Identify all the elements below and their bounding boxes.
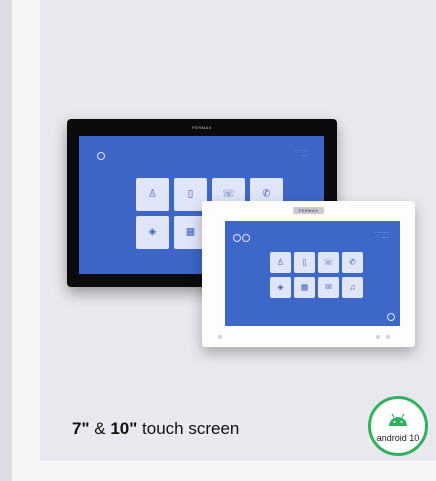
concierge-icon: ♙ (136, 178, 169, 211)
screen-clock: ·· ·· ···· ··:·· (375, 230, 388, 240)
screen-clock: ·· ·· ···· ··:·· (295, 148, 308, 158)
gear-icon (387, 313, 395, 321)
call-log-icon: ✆ (342, 252, 363, 273)
alarm-icon: ◈ (270, 277, 291, 298)
android-version-label: android 10 (376, 433, 420, 443)
brand-logo: FERMAX (192, 125, 212, 130)
door-icon: ▯ (294, 252, 315, 273)
android-robot-icon (389, 413, 407, 426)
left-panel-edge (0, 0, 12, 481)
android-10-badge: android 10 (368, 396, 428, 456)
touch-button-icon (386, 335, 390, 339)
monitor-10-screen: ·· ·· ···· ··:·· ♙ ▯ ☏ ✆ ◈ ▦ ✉ ♫ (225, 221, 400, 326)
power-led-icon (218, 335, 222, 339)
caption-rest: touch screen (137, 419, 240, 438)
product-caption: 7" & 10" touch screen (72, 419, 239, 439)
bell-icon: ♫ (342, 277, 363, 298)
concierge-icon: ♙ (270, 252, 291, 273)
size-10-label: 10" (110, 419, 138, 438)
home-icon (97, 152, 105, 160)
touch-button-icon (376, 335, 380, 339)
caption-and: & (89, 419, 111, 438)
brand-logo: FERMAX (292, 207, 325, 214)
alarm-icon: ◈ (136, 216, 169, 249)
intercom-icon: ☏ (318, 252, 339, 273)
size-7-label: 7" (72, 419, 90, 438)
message-icon: ✉ (318, 277, 339, 298)
home-icon (233, 234, 241, 242)
settings-icon (242, 234, 250, 242)
lift-icon: ▦ (294, 277, 315, 298)
monitor-10-inch: FERMAX ·· ·· ···· ··:·· ♙ ▯ ☏ ✆ ◈ ▦ ✉ ♫ (202, 201, 415, 347)
